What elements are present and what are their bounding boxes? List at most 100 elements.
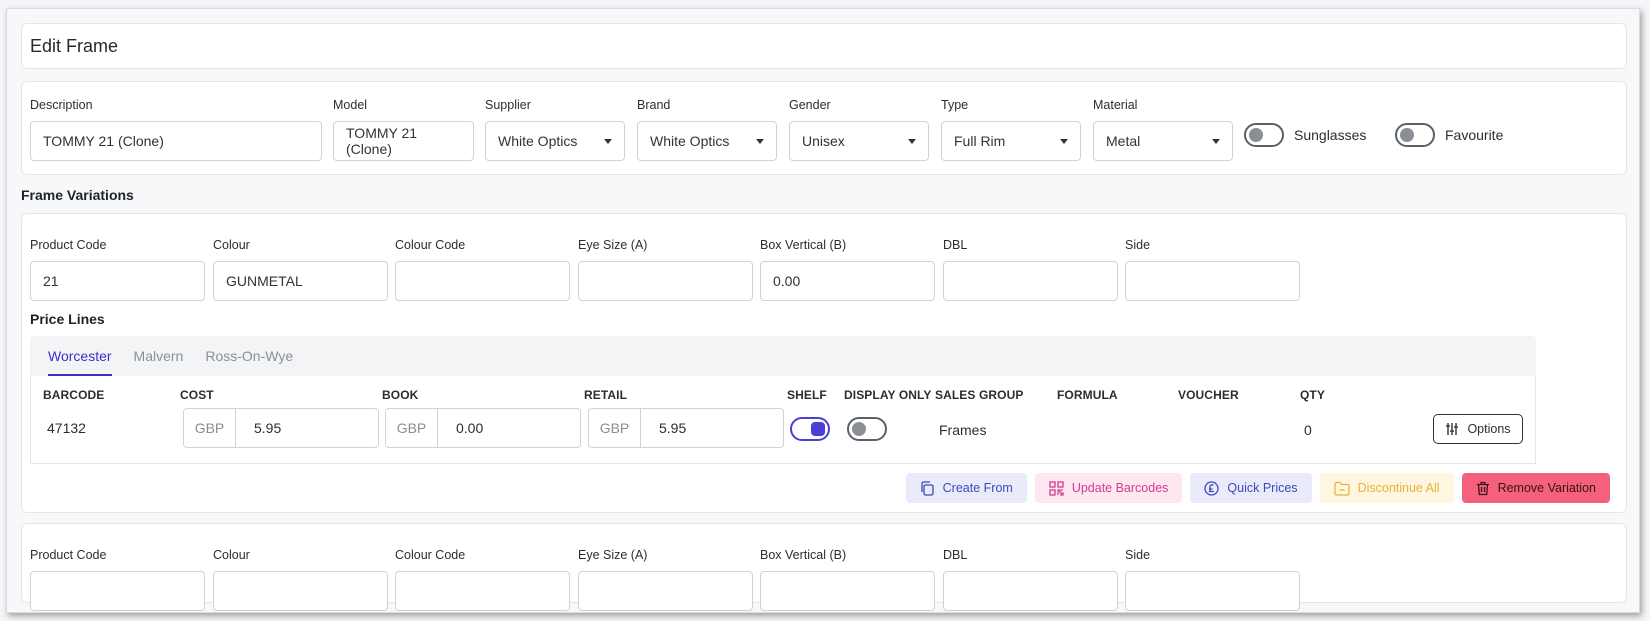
barcode-header: BARCODE: [43, 388, 105, 402]
favourite-switch[interactable]: [1395, 123, 1435, 147]
retail-input[interactable]: GBP 5.95: [588, 408, 784, 448]
gender-field: Gender Unisex: [789, 98, 929, 161]
folder-minus-icon: [1333, 481, 1350, 496]
product-code-label: Product Code: [30, 548, 107, 562]
remove-variation-button[interactable]: Remove Variation: [1461, 473, 1610, 503]
brand-value: White Optics: [650, 133, 730, 149]
supplier-value: White Optics: [498, 133, 578, 149]
dbl-input[interactable]: [943, 261, 1118, 301]
dbl-label: DBL: [943, 238, 968, 252]
material-field: Material Metal: [1093, 98, 1233, 161]
material-select[interactable]: Metal: [1093, 121, 1233, 161]
dbl-field: DBL: [943, 238, 1118, 301]
cost-currency: GBP: [184, 409, 236, 447]
retail-currency: GBP: [589, 409, 641, 447]
eye-size-input[interactable]: [578, 261, 753, 301]
dbl-input[interactable]: [943, 571, 1118, 611]
qty-value: 0: [1304, 422, 1312, 438]
frame-details-card: Description TOMMY 21 (Clone) Model TOMMY…: [21, 81, 1627, 175]
side-input[interactable]: [1125, 571, 1300, 611]
supplier-select[interactable]: White Optics: [485, 121, 625, 161]
product-code-input[interactable]: [30, 571, 205, 611]
price-line-row: BARCODE COST BOOK RETAIL SHELF DISPLAY O…: [30, 376, 1536, 464]
box-vertical-input[interactable]: 0.00: [760, 261, 935, 301]
caret-down-icon: [1060, 138, 1068, 144]
gender-label: Gender: [789, 98, 831, 112]
box-vertical-field: Box Vertical (B): [760, 548, 935, 611]
favourite-toggle[interactable]: Favourite: [1395, 123, 1503, 147]
product-code-input[interactable]: 21: [30, 261, 205, 301]
type-select[interactable]: Full Rim: [941, 121, 1081, 161]
pound-coin-icon: [1204, 480, 1220, 496]
caret-down-icon: [908, 138, 916, 144]
side-field: Side: [1125, 548, 1300, 611]
side-label: Side: [1125, 238, 1151, 252]
discontinue-all-label: Discontinue All: [1357, 481, 1440, 495]
product-code-label: Product Code: [30, 238, 107, 252]
side-input[interactable]: [1125, 261, 1300, 301]
caret-down-icon: [756, 138, 764, 144]
box-vertical-input[interactable]: [760, 571, 935, 611]
caret-down-icon: [604, 138, 612, 144]
display-only-header: DISPLAY ONLY: [844, 388, 932, 402]
create-from-button[interactable]: Create From: [905, 473, 1027, 503]
sales-group-header: SALES GROUP: [935, 388, 1024, 402]
book-currency: GBP: [386, 409, 438, 447]
book-input[interactable]: GBP 0.00: [385, 408, 581, 448]
remove-variation-label: Remove Variation: [1497, 481, 1596, 495]
material-label: Material: [1093, 98, 1138, 112]
colour-input[interactable]: [213, 571, 388, 611]
dbl-label: DBL: [943, 548, 968, 562]
retail-header: RETAIL: [584, 388, 628, 402]
shelf-toggle[interactable]: [790, 417, 830, 441]
display-only-toggle[interactable]: [847, 417, 887, 441]
description-field: Description TOMMY 21 (Clone): [30, 98, 322, 161]
discontinue-all-button[interactable]: Discontinue All: [1319, 473, 1454, 503]
colour-code-label: Colour Code: [395, 548, 466, 562]
colour-label: Colour: [213, 548, 250, 562]
variation-card: Product Code Colour Colour Code Eye Size…: [21, 523, 1627, 611]
options-label: Options: [1467, 422, 1511, 436]
voucher-header: VOUCHER: [1178, 388, 1239, 402]
frame-variations-heading: Frame Variations: [21, 187, 134, 203]
sliders-icon: [1446, 423, 1459, 435]
options-button[interactable]: Options: [1433, 414, 1523, 444]
eye-size-input[interactable]: [578, 571, 753, 611]
brand-select[interactable]: White Optics: [637, 121, 777, 161]
cost-input[interactable]: GBP 5.95: [183, 408, 379, 448]
qty-header: QTY: [1300, 388, 1325, 402]
model-field: Model TOMMY 21 (Clone): [333, 98, 474, 161]
colour-code-input[interactable]: [395, 571, 570, 611]
quick-prices-button[interactable]: Quick Prices: [1190, 473, 1312, 503]
shelf-header: SHELF: [787, 388, 827, 402]
box-vertical-field: Box Vertical (B) 0.00: [760, 238, 935, 301]
product-code-field: Product Code 21: [30, 238, 205, 301]
sunglasses-switch[interactable]: [1244, 123, 1284, 147]
sunglasses-label: Sunglasses: [1294, 127, 1367, 143]
gender-select[interactable]: Unisex: [789, 121, 929, 161]
eye-size-field: Eye Size (A): [578, 238, 753, 301]
sales-group-value: Frames: [939, 422, 987, 438]
tab-malvern[interactable]: Malvern: [134, 336, 184, 376]
cost-header: COST: [180, 388, 214, 402]
tab-worcester[interactable]: Worcester: [48, 336, 112, 376]
caret-down-icon: [1212, 138, 1220, 144]
dbl-field: DBL: [943, 548, 1118, 611]
description-input[interactable]: TOMMY 21 (Clone): [30, 121, 322, 161]
copy-icon: [921, 480, 934, 496]
qr-code-icon: [1049, 480, 1064, 496]
tab-ross-on-wye[interactable]: Ross-On-Wye: [205, 336, 293, 376]
favourite-label: Favourite: [1445, 127, 1504, 143]
side-label: Side: [1125, 548, 1151, 562]
model-input[interactable]: TOMMY 21 (Clone): [333, 121, 474, 161]
switch-knob: [811, 422, 825, 436]
colour-code-field: Colour Code: [395, 238, 570, 301]
sunglasses-toggle[interactable]: Sunglasses: [1244, 123, 1366, 147]
trash-icon: [1476, 481, 1489, 495]
formula-header: FORMULA: [1057, 388, 1118, 402]
colour-code-input[interactable]: [395, 261, 570, 301]
colour-field: Colour GUNMETAL: [213, 238, 388, 301]
colour-input[interactable]: GUNMETAL: [213, 261, 388, 301]
eye-size-label: Eye Size (A): [578, 548, 648, 562]
update-barcodes-button[interactable]: Update Barcodes: [1034, 473, 1183, 503]
